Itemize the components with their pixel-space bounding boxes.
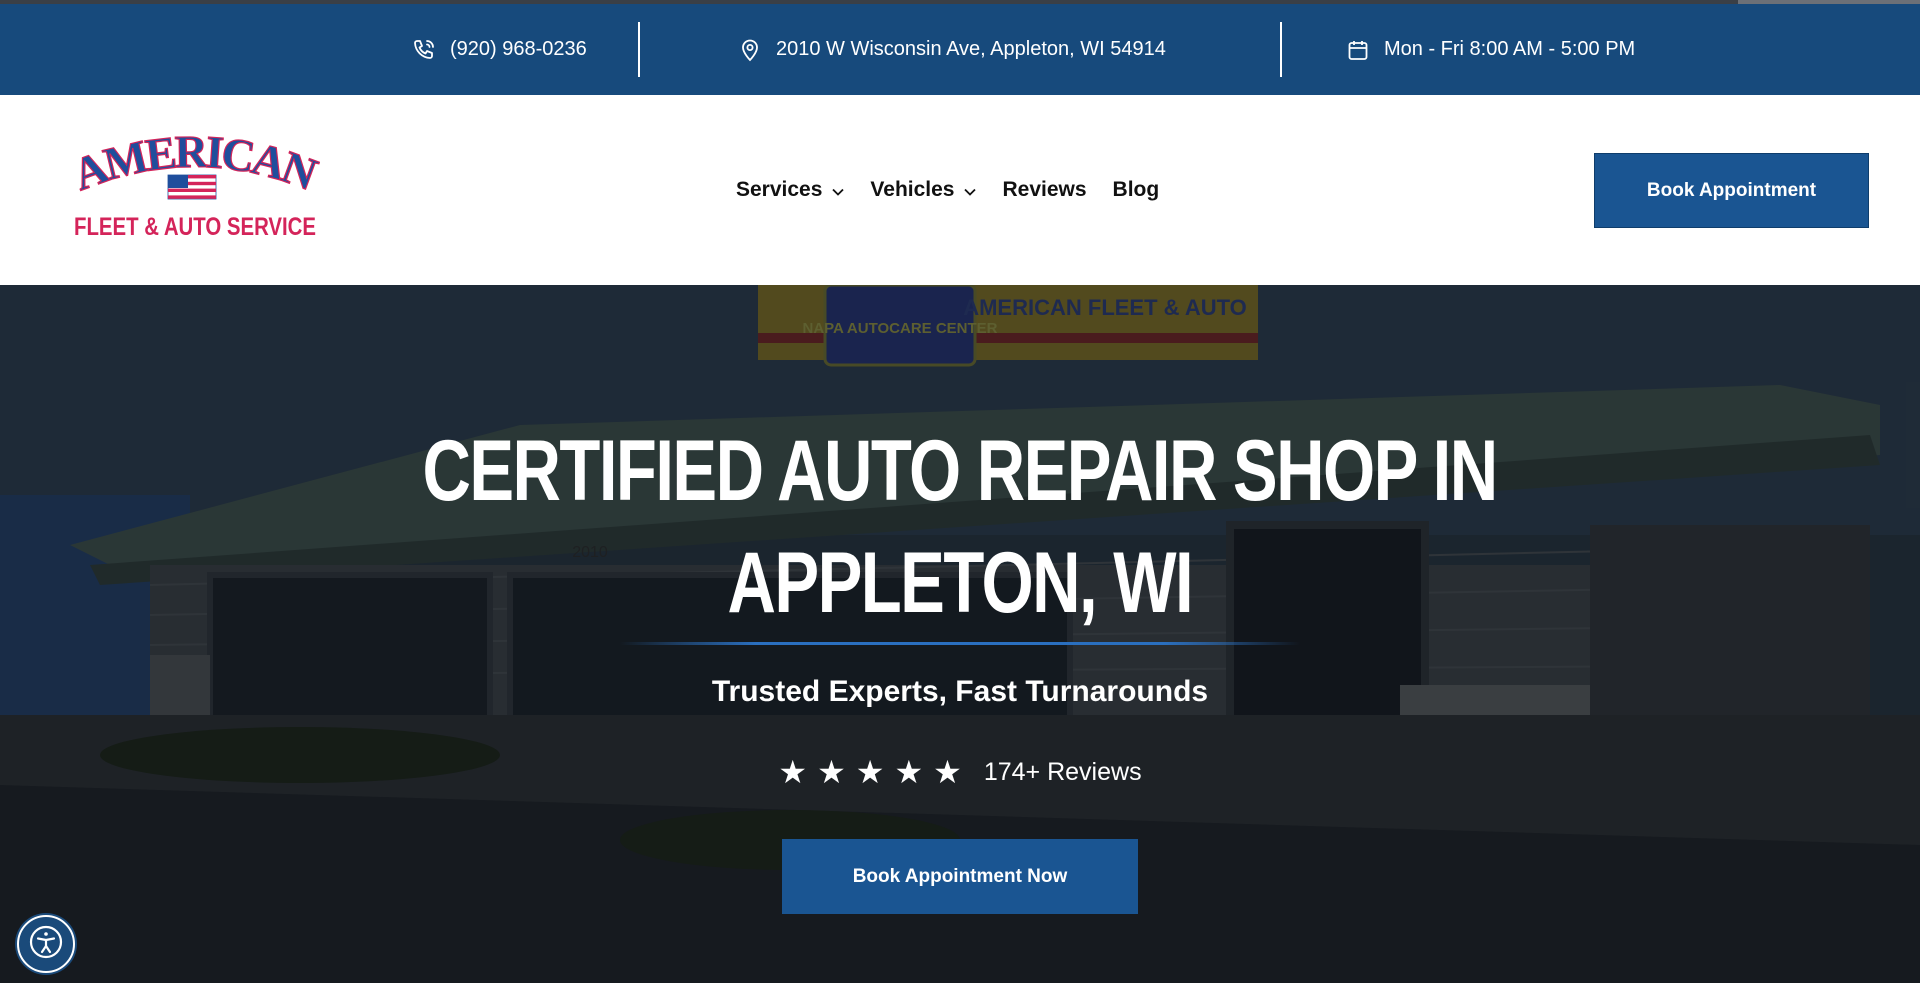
phone-number[interactable]: (920) 968-0236 bbox=[450, 38, 587, 61]
phone-contact[interactable]: (920) 968-0236 bbox=[412, 4, 587, 95]
address-text[interactable]: 2010 W Wisconsin Ave, Appleton, WI 54914 bbox=[776, 38, 1166, 61]
site-header: AMERICAN FLEET & AUTO SERVICE Services V… bbox=[0, 95, 1920, 285]
hero-title-line-2: Appleton, WI bbox=[727, 535, 1194, 631]
nav-item-blog[interactable]: Blog bbox=[1113, 178, 1160, 202]
reviews-count[interactable]: 174+ Reviews bbox=[984, 758, 1142, 787]
nav-label[interactable]: Services bbox=[736, 178, 822, 202]
star-icon: ★ bbox=[855, 754, 885, 790]
hero-divider bbox=[620, 642, 1300, 645]
location-pin-icon bbox=[738, 38, 762, 62]
nav-item-vehicles[interactable]: Vehicles bbox=[870, 178, 977, 202]
address-contact[interactable]: 2010 W Wisconsin Ave, Appleton, WI 54914 bbox=[738, 4, 1166, 95]
nav-label[interactable]: Reviews bbox=[1002, 178, 1086, 202]
book-appointment-button[interactable]: Book Appointment bbox=[1594, 153, 1869, 228]
nav-item-services[interactable]: Services bbox=[736, 178, 845, 202]
hours-info: Mon - Fri 8:00 AM - 5:00 PM bbox=[1346, 4, 1635, 95]
chevron-down-icon[interactable] bbox=[964, 178, 977, 202]
top-info-bar: (920) 968-0236 2010 W Wisconsin Ave, App… bbox=[0, 4, 1920, 95]
star-icon: ★ bbox=[894, 754, 924, 790]
main-nav: Services Vehicles Reviews Blog bbox=[736, 95, 1159, 285]
accessibility-icon bbox=[28, 924, 64, 965]
rating-summary: ★ ★ ★ ★ ★ 174+ Reviews bbox=[0, 753, 1920, 791]
star-icon: ★ bbox=[933, 754, 962, 790]
hero-section: NAPA AUTOCARE CENTER AMERICAN FLEET & AU… bbox=[0, 285, 1920, 983]
nav-label[interactable]: Blog bbox=[1113, 178, 1160, 202]
logo-subtitle: FLEET & AUTO SERVICE bbox=[74, 213, 316, 241]
hours-text: Mon - Fri 8:00 AM - 5:00 PM bbox=[1384, 38, 1636, 60]
hero-title-line-1: Certified Auto Repair Shop In bbox=[422, 423, 1499, 519]
star-icon: ★ bbox=[817, 754, 846, 790]
star-icon: ★ bbox=[778, 754, 808, 790]
site-logo[interactable]: AMERICAN FLEET & AUTO SERVICE bbox=[66, 125, 325, 245]
topbar-divider bbox=[1280, 22, 1282, 77]
book-appointment-now-button[interactable]: Book Appointment Now bbox=[782, 839, 1138, 914]
phone-icon bbox=[412, 38, 436, 62]
calendar-icon bbox=[1346, 38, 1370, 62]
accessibility-button[interactable] bbox=[17, 915, 75, 973]
rating-stars: ★ ★ ★ ★ ★ bbox=[778, 753, 961, 791]
topbar-divider bbox=[638, 22, 640, 77]
nav-item-reviews[interactable]: Reviews bbox=[1002, 178, 1086, 202]
hero-subtitle: Trusted Experts, Fast Turnarounds bbox=[711, 675, 1209, 708]
hero-title: Certified Auto Repair Shop In Appleton, … bbox=[0, 415, 1920, 639]
flag-icon bbox=[167, 174, 217, 200]
nav-label[interactable]: Vehicles bbox=[870, 178, 954, 202]
chevron-down-icon[interactable] bbox=[832, 178, 845, 202]
